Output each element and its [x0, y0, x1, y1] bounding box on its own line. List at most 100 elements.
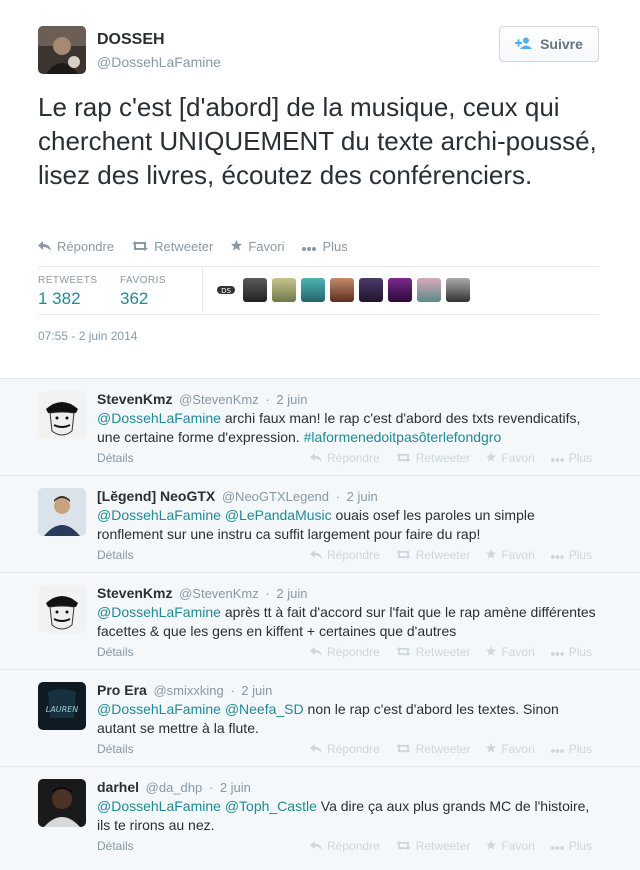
author-name[interactable]: DOSSEH: [97, 31, 165, 49]
reply-header: StevenKmz @StevenKmz · 2 juin: [97, 391, 307, 407]
reply-date[interactable]: 2 juin: [276, 586, 307, 601]
reply-mention[interactable]: @DossehLaFamine: [97, 604, 221, 620]
reply-author-name[interactable]: [Lĕgend] NeoGTX: [97, 488, 215, 504]
follow-label: Suivre: [540, 36, 583, 52]
more-button[interactable]: Plus: [302, 239, 348, 254]
reply-button[interactable]: Répondre: [310, 839, 380, 853]
favoriter-avatars: DS: [214, 278, 470, 302]
reply-item[interactable]: LAUREN Pro Era @smixxking · 2 juin @Doss…: [0, 670, 640, 767]
reply-header: [Lĕgend] NeoGTX @NeoGTXLegend · 2 juin: [97, 488, 378, 504]
details-link[interactable]: Détails: [97, 839, 134, 853]
favorite-button[interactable]: Favori: [486, 548, 535, 562]
follow-button[interactable]: Suivre: [499, 26, 599, 62]
reply-item[interactable]: StevenKmz @StevenKmz · 2 juin @DossehLaF…: [0, 573, 640, 670]
stats-vertical-divider: [202, 268, 203, 312]
star-icon: [486, 839, 497, 853]
stats-divider-top: [38, 266, 599, 267]
favorite-button[interactable]: Favori: [486, 451, 535, 465]
favoriter-avatar[interactable]: [388, 278, 412, 302]
more-button[interactable]: Plus: [550, 645, 592, 659]
retweets-stat[interactable]: RETWEETS 1 382: [38, 275, 98, 309]
reply-avatar[interactable]: [38, 779, 86, 827]
reply-avatar[interactable]: [38, 488, 86, 536]
more-button[interactable]: Plus: [550, 839, 592, 853]
favoriter-avatar[interactable]: [359, 278, 383, 302]
favorites-stat[interactable]: FAVORIS 362: [120, 275, 166, 309]
more-button[interactable]: Plus: [550, 742, 592, 756]
reply-author-name[interactable]: StevenKmz: [97, 391, 172, 407]
favoriter-avatar[interactable]: [417, 278, 441, 302]
reply-actions: Répondre Retweeter Favori Plus: [310, 451, 592, 465]
reply-date[interactable]: 2 juin: [220, 780, 251, 795]
retweet-icon: [396, 451, 411, 465]
reply-text: @DossehLaFamine @LePandaMusic ouais osef…: [97, 506, 597, 544]
details-link[interactable]: Détails: [97, 742, 134, 756]
retweet-button[interactable]: Retweeter: [396, 839, 470, 853]
author-avatar[interactable]: [38, 26, 86, 74]
retweet-icon: [396, 548, 411, 562]
reply-date[interactable]: 2 juin: [276, 392, 307, 407]
reply-mention[interactable]: @DossehLaFamine @LePandaMusic: [97, 507, 332, 523]
reply-icon: [310, 645, 322, 659]
reply-icon: [310, 451, 322, 465]
reply-author-handle[interactable]: @StevenKmz: [179, 392, 259, 407]
reply-item[interactable]: [Lĕgend] NeoGTX @NeoGTXLegend · 2 juin @…: [0, 476, 640, 573]
details-link[interactable]: Détails: [97, 548, 134, 562]
favorite-button[interactable]: Favori: [486, 839, 535, 853]
reply-item[interactable]: darhel @da_dhp · 2 juin @DossehLaFamine …: [0, 767, 640, 870]
reply-author-handle[interactable]: @StevenKmz: [179, 586, 259, 601]
retweets-count: 1 382: [38, 289, 81, 308]
reply-actions: Répondre Retweeter Favori Plus: [310, 645, 592, 659]
reply-mention[interactable]: @DossehLaFamine @Toph_Castle: [97, 798, 317, 814]
reply-button[interactable]: Répondre: [38, 239, 114, 254]
reply-avatar[interactable]: [38, 585, 86, 633]
favoriter-avatar[interactable]: DS: [214, 278, 238, 302]
tweet-timestamp[interactable]: 07:55 - 2 juin 2014: [38, 329, 137, 343]
reply-avatar[interactable]: [38, 391, 86, 439]
retweet-button[interactable]: Retweeter: [132, 239, 213, 254]
details-link[interactable]: Détails: [97, 645, 134, 659]
more-button[interactable]: Plus: [550, 548, 592, 562]
reply-author-name[interactable]: StevenKmz: [97, 585, 172, 601]
reply-author-handle[interactable]: @da_dhp: [146, 780, 203, 795]
reply-button[interactable]: Répondre: [310, 451, 380, 465]
reply-author-handle[interactable]: @NeoGTXLegend: [222, 489, 329, 504]
reply-author-handle[interactable]: @smixxking: [153, 683, 223, 698]
reply-avatar[interactable]: LAUREN: [38, 682, 86, 730]
retweet-icon: [132, 239, 149, 254]
favorite-button[interactable]: Favori: [231, 239, 284, 254]
favoriter-avatar[interactable]: [446, 278, 470, 302]
favorite-button[interactable]: Favori: [486, 645, 535, 659]
add-user-icon: [515, 36, 533, 52]
reply-button[interactable]: Répondre: [310, 645, 380, 659]
retweet-button[interactable]: Retweeter: [396, 742, 470, 756]
retweets-label: RETWEETS: [38, 275, 98, 286]
favoriter-avatar[interactable]: [330, 278, 354, 302]
favoriter-avatar[interactable]: [243, 278, 267, 302]
reply-mention[interactable]: @DossehLaFamine @Neefa_SD: [97, 701, 304, 717]
reply-actions: Répondre Retweeter Favori Plus: [310, 742, 592, 756]
author-handle[interactable]: @DossehLaFamine: [97, 54, 221, 70]
reply-button[interactable]: Répondre: [310, 742, 380, 756]
reply-button[interactable]: Répondre: [310, 548, 380, 562]
reply-icon: [310, 742, 322, 756]
reply-hashtag[interactable]: #laformenedoitpasôterlefondgro: [304, 429, 502, 445]
reply-mention[interactable]: @DossehLaFamine: [97, 410, 221, 426]
favorite-button[interactable]: Favori: [486, 742, 535, 756]
favoriter-avatar[interactable]: [301, 278, 325, 302]
reply-icon: [310, 839, 322, 853]
retweet-button[interactable]: Retweeter: [396, 645, 470, 659]
more-dots-icon: [302, 239, 317, 254]
reply-item[interactable]: StevenKmz @StevenKmz · 2 juin @DossehLaF…: [0, 379, 640, 476]
reply-date[interactable]: 2 juin: [347, 489, 378, 504]
replies-list: StevenKmz @StevenKmz · 2 juin @DossehLaF…: [0, 378, 640, 870]
favoriter-avatar[interactable]: [272, 278, 296, 302]
reply-author-name[interactable]: darhel: [97, 779, 139, 795]
reply-author-name[interactable]: Pro Era: [97, 682, 147, 698]
retweet-button[interactable]: Retweeter: [396, 548, 470, 562]
more-button[interactable]: Plus: [550, 451, 592, 465]
reply-separator: ·: [230, 683, 235, 698]
reply-date[interactable]: 2 juin: [241, 683, 272, 698]
details-link[interactable]: Détails: [97, 451, 134, 465]
retweet-button[interactable]: Retweeter: [396, 451, 470, 465]
